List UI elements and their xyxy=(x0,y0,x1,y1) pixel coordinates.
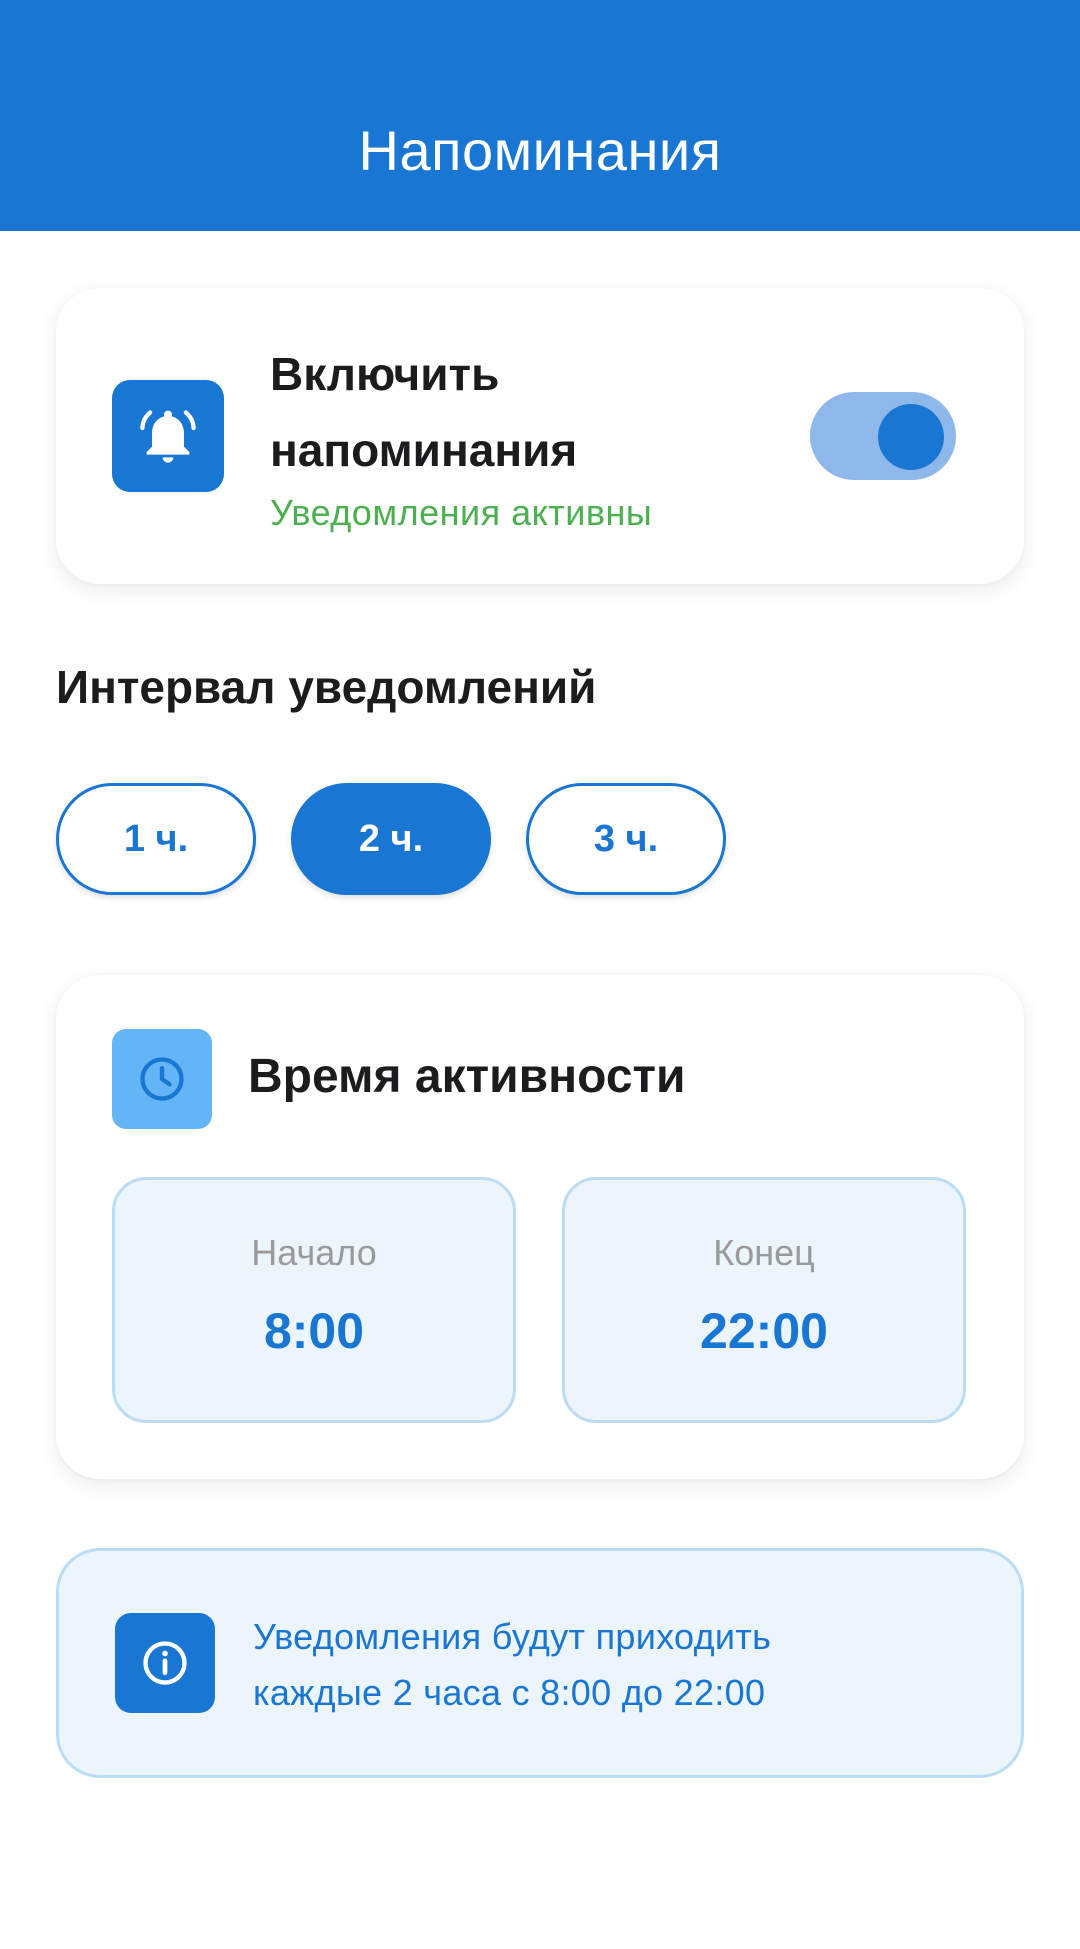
info-text: Уведомления будут приходить каждые 2 час… xyxy=(253,1609,973,1721)
end-time-value: 22:00 xyxy=(700,1303,828,1359)
start-time-picker[interactable]: Начало 8:00 xyxy=(112,1177,516,1423)
info-text-line-1: Уведомления будут приходить xyxy=(253,1616,772,1657)
bell-icon xyxy=(140,410,196,463)
reminders-toggle[interactable] xyxy=(810,392,956,480)
clock-icon-container xyxy=(112,1029,212,1129)
info-text-line-2: каждые 2 часа с 8:00 до 22:00 xyxy=(253,1672,766,1713)
interval-chip-1h[interactable]: 1 ч. xyxy=(56,783,256,895)
active-time-title: Время активности xyxy=(248,1050,686,1103)
info-icon xyxy=(143,1641,187,1685)
interval-chip-3h[interactable]: 3 ч. xyxy=(526,783,726,895)
interval-chip-2h[interactable]: 2 ч. xyxy=(291,783,491,895)
interval-section-title: Интервал уведомлений xyxy=(56,661,597,713)
enable-reminders-title: Включить напоминания xyxy=(270,348,578,476)
start-time-label: Начало xyxy=(251,1232,377,1273)
status-text: Уведомления активны xyxy=(270,492,653,533)
app-bar: Напоминания xyxy=(0,0,1080,231)
active-time-card: Время активности Начало 8:00 Конец 22:00 xyxy=(56,975,1024,1479)
clock-icon xyxy=(140,1057,184,1101)
page-title: Напоминания xyxy=(358,119,722,182)
enable-reminders-card: Включить напоминания Уведомления активны xyxy=(56,288,1024,584)
toggle-knob xyxy=(878,404,944,470)
bell-icon-container xyxy=(112,380,224,492)
info-banner: Уведомления будут приходить каждые 2 час… xyxy=(56,1548,1024,1778)
end-time-label: Конец xyxy=(713,1232,815,1273)
end-time-picker[interactable]: Конец 22:00 xyxy=(562,1177,966,1423)
info-icon-container xyxy=(115,1613,215,1713)
start-time-value: 8:00 xyxy=(263,1303,365,1359)
enable-text-block: Включить напоминания Уведомления активны xyxy=(270,336,790,534)
